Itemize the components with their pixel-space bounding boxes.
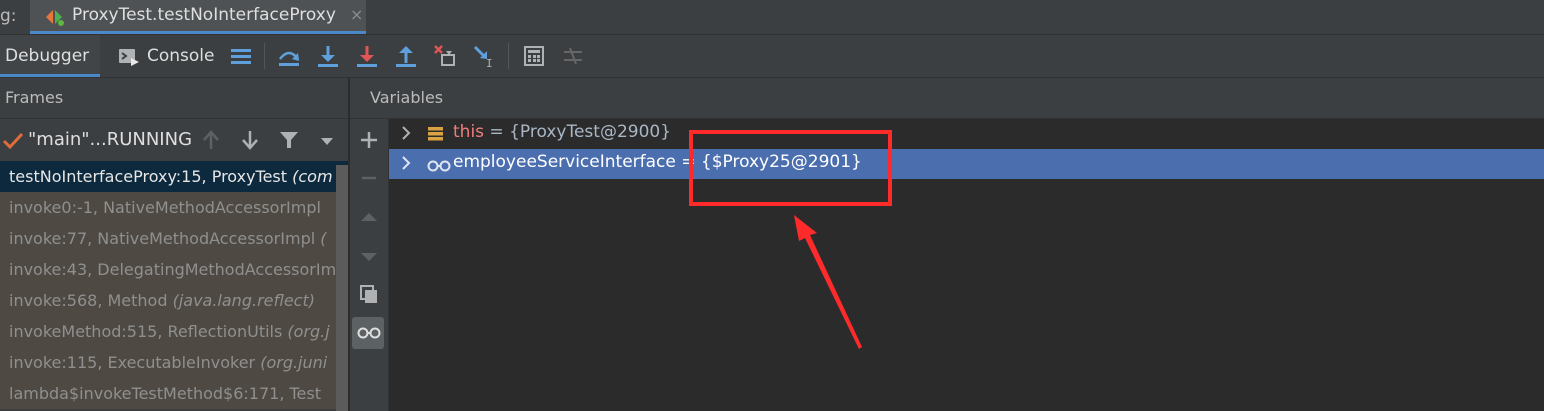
variables-side-toolbar <box>350 119 389 411</box>
frames-scrollbar[interactable] <box>336 165 348 411</box>
frame-package: (java.lang.reflect) <box>172 291 315 310</box>
move-down-icon[interactable] <box>358 245 380 271</box>
frame-item[interactable]: invoke0:-1, NativeMethodAccessorImpl <box>0 192 348 223</box>
copy-icon[interactable] <box>358 283 380 309</box>
variable-equals: = <box>484 122 510 142</box>
layout-icon[interactable] <box>228 43 254 69</box>
close-icon[interactable]: × <box>350 5 363 24</box>
frame-label: lambda$invokeTestMethod$6:171, Test <box>9 384 321 403</box>
filter-icon[interactable] <box>278 129 300 155</box>
frame-item-selected[interactable]: testNoInterfaceProxy:15, ProxyTest (com <box>0 161 348 192</box>
session-tab-label: ProxyTest.testNoInterfaceProxy <box>72 5 336 25</box>
debugger-toolbar: Debugger Console I <box>0 35 1544 78</box>
variable-row-this[interactable]: this = {ProxyTest@2900} <box>389 119 1544 149</box>
frames-list: testNoInterfaceProxy:15, ProxyTest (com i… <box>0 161 348 411</box>
chevron-right-icon[interactable] <box>399 124 413 147</box>
frame-package: (com <box>292 167 333 186</box>
step-over-icon[interactable] <box>315 43 341 69</box>
annotation-arrow-icon <box>794 215 862 349</box>
frames-panel-title: Frames <box>5 88 64 107</box>
glasses-icon <box>357 325 381 345</box>
plus-icon[interactable] <box>358 129 380 155</box>
frame-method: invoke:43, DelegatingMethodAccessorIm <box>9 260 337 279</box>
variable-row-employeeServiceInterface[interactable]: employeeServiceInterface = {$Proxy25@290… <box>389 149 1544 179</box>
field-icon <box>427 126 445 147</box>
frame-method: invoke0:-1, NativeMethodAccessorImpl <box>9 198 321 217</box>
glasses-icon <box>427 158 451 178</box>
frame-method: invokeMethod:515, ReflectionUtils <box>9 322 288 341</box>
chevron-right-icon[interactable] <box>399 154 413 177</box>
trace-icon[interactable] <box>560 43 586 69</box>
step-into-icon[interactable] <box>354 43 380 69</box>
drop-frame-icon[interactable] <box>432 43 458 69</box>
frame-method: invoke:568, Method <box>9 291 173 310</box>
frame-item[interactable]: lambda$invokeTestMethod$6:171, Test <box>0 378 348 409</box>
variables-panel-header: Variables <box>350 78 1544 119</box>
tab-console-label: Console <box>147 46 215 66</box>
toolbar-separator <box>264 43 265 69</box>
frame-method: lambda$invokeTestMethod$6:171, Test <box>9 384 321 403</box>
frame-method: invoke:77, NativeMethodAccessorImpl <box>9 229 321 248</box>
frame-label: invokeMethod:515, ReflectionUtils (org.j <box>9 322 330 341</box>
frame-label: invoke:43, DelegatingMethodAccessorIm <box>9 260 336 279</box>
frame-item[interactable]: invoke:77, NativeMethodAccessorImpl ( <box>0 223 348 254</box>
arrow-down-icon[interactable] <box>240 129 260 155</box>
frame-item[interactable]: invoke:115, ExecutableInvoker (org.juni <box>0 347 348 378</box>
tab-debugger[interactable]: Debugger <box>0 35 100 77</box>
watches-toggle[interactable] <box>352 317 384 349</box>
debug-tool-window-title: g: <box>0 6 17 26</box>
frame-item[interactable]: invoke:568, Method (java.lang.reflect) <box>0 285 348 316</box>
frame-package: (org.juni <box>260 353 328 372</box>
variable-name: this <box>453 122 485 142</box>
variables-tree: this = {ProxyTest@2900} employeeServiceI… <box>389 119 1544 411</box>
frame-label: invoke:568, Method (java.lang.reflect) <box>9 291 315 310</box>
frame-label: invoke:77, NativeMethodAccessorImpl ( <box>9 229 327 248</box>
frame-label: testNoInterfaceProxy:15, ProxyTest (com <box>9 167 333 186</box>
minus-icon[interactable] <box>358 167 380 193</box>
annotation-highlight-box <box>689 130 892 206</box>
variables-panel-title: Variables <box>370 88 444 107</box>
variable-name: employeeServiceInterface <box>453 152 676 172</box>
frame-label: invoke0:-1, NativeMethodAccessorImpl <box>9 198 321 217</box>
frame-item[interactable]: invoke:43, DelegatingMethodAccessorIm <box>0 254 348 285</box>
show-execution-point-icon[interactable] <box>276 43 302 69</box>
frame-package: (org.j <box>287 322 330 341</box>
chevron-down-icon[interactable] <box>318 129 336 155</box>
move-up-icon[interactable] <box>358 207 380 233</box>
thread-selector[interactable]: "main"...RUNNING <box>28 129 192 150</box>
frame-label: invoke:115, ExecutableInvoker (org.juni <box>9 353 327 372</box>
toolbar-separator <box>508 43 509 69</box>
evaluate-expression-icon[interactable] <box>521 43 547 69</box>
frame-method: invoke:115, ExecutableInvoker <box>9 353 261 372</box>
tab-debugger-label: Debugger <box>5 46 90 66</box>
frame-package: ( <box>320 229 327 248</box>
step-out-icon[interactable] <box>393 43 419 69</box>
run-to-cursor-icon[interactable]: I <box>471 43 497 70</box>
frames-panel-header: Frames <box>0 78 348 119</box>
frame-item[interactable]: invokeMethod:515, ReflectionUtils (org.j <box>0 316 348 347</box>
variable-value: {ProxyTest@2900} <box>509 122 672 142</box>
session-tab[interactable]: ProxyTest.testNoInterfaceProxy × <box>30 0 366 34</box>
arrow-up-icon[interactable] <box>201 129 221 155</box>
session-tab-strip: g: ProxyTest.testNoInterfaceProxy × <box>0 0 1544 35</box>
test-run-config-icon <box>44 8 66 30</box>
check-icon <box>2 131 24 155</box>
frame-method: testNoInterfaceProxy:15, ProxyTest <box>9 167 293 186</box>
console-icon <box>118 48 140 71</box>
svg-text:I: I <box>486 57 493 69</box>
frames-toolbar: "main"...RUNNING <box>0 119 348 161</box>
